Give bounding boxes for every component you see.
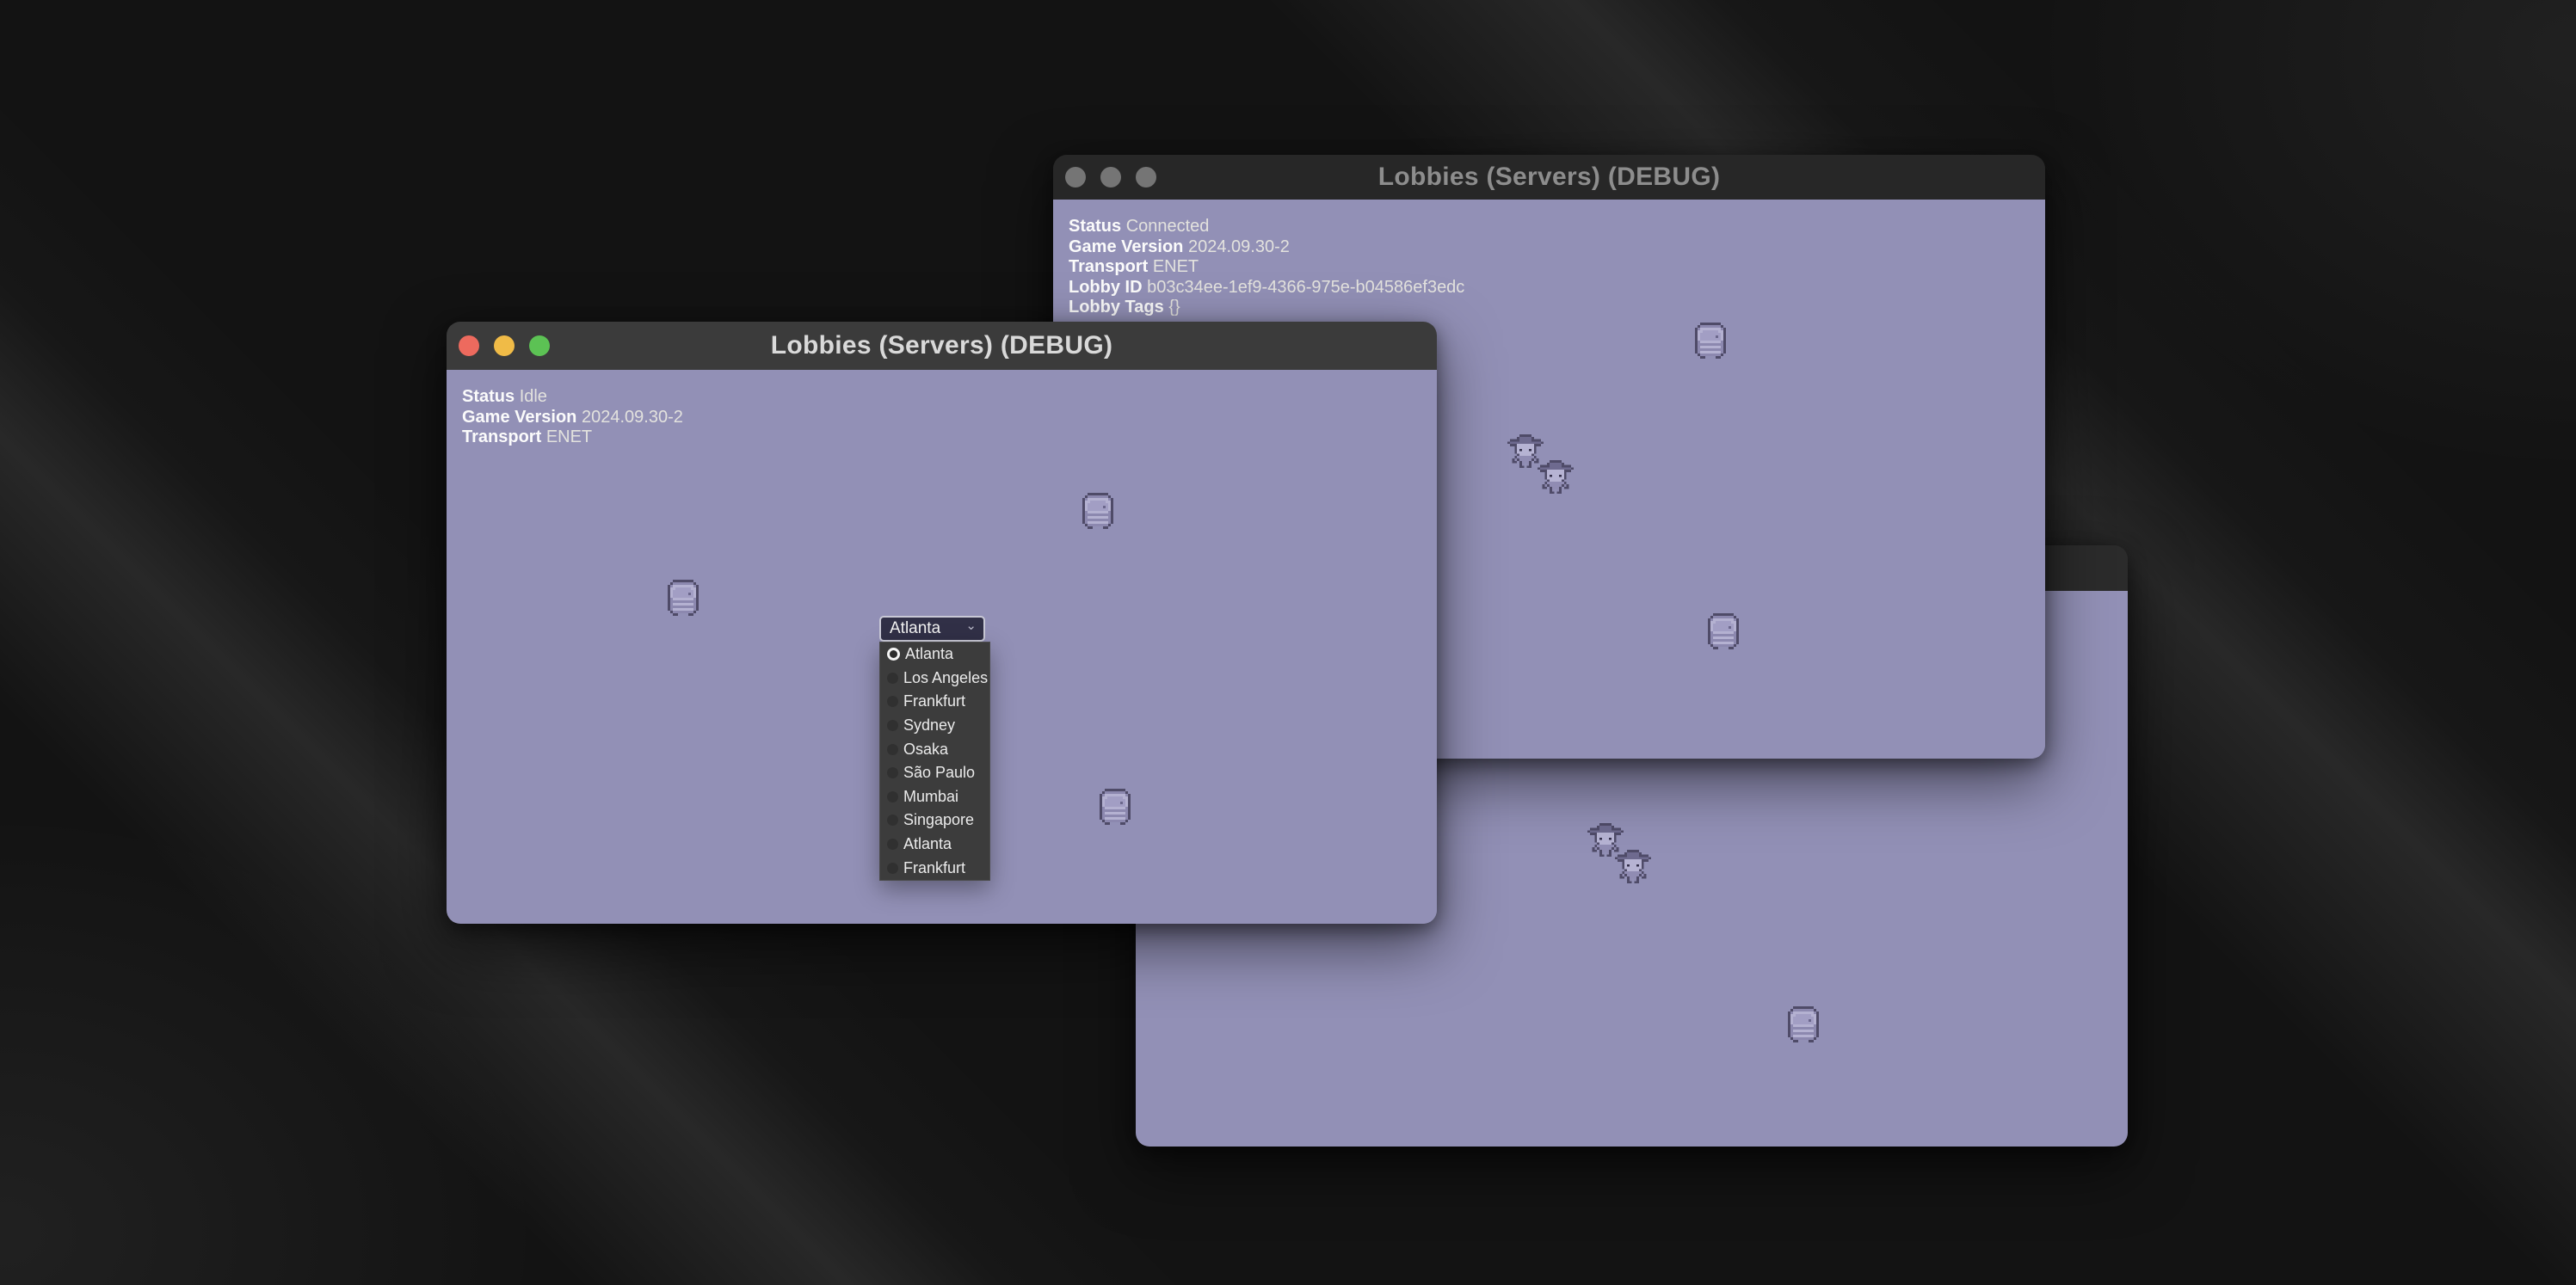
region-select[interactable]: Atlanta ⌄ xyxy=(879,616,985,642)
titlebar[interactable]: Lobbies (Servers) (DEBUG) xyxy=(447,322,1437,370)
status-label: Transport xyxy=(462,427,541,446)
dropdown-option[interactable]: Los Angeles xyxy=(880,667,989,691)
status-label: Status xyxy=(1069,217,1121,236)
status-label: Lobby Tags xyxy=(1069,298,1164,317)
server-sprite-icon xyxy=(1082,493,1113,529)
radio-icon xyxy=(887,720,898,731)
dropdown-option-label: Atlanta xyxy=(905,645,953,663)
radio-icon xyxy=(887,839,898,850)
window-title: Lobbies (Servers) (DEBUG) xyxy=(1378,163,1721,192)
radio-icon xyxy=(887,744,898,755)
dropdown-option[interactable]: Singapore xyxy=(880,809,989,833)
radio-icon xyxy=(887,791,898,802)
status-label: Game Version xyxy=(1069,237,1183,256)
zoom-button[interactable] xyxy=(529,335,550,356)
status-line: Status Connected xyxy=(1069,217,1464,237)
status-value: Connected xyxy=(1126,217,1210,236)
server-sprite-icon xyxy=(1100,789,1131,825)
dropdown-option-label: Sydney xyxy=(903,716,955,735)
server-sprite-icon xyxy=(1788,1006,1819,1042)
dropdown-option-label: Frankfurt xyxy=(903,692,965,710)
status-line: Transport ENET xyxy=(1069,257,1464,278)
chevron-down-icon: ⌄ xyxy=(965,622,977,630)
dropdown-option-label: Frankfurt xyxy=(903,859,965,877)
radio-icon xyxy=(887,815,898,826)
desktop: { "app": { "window_title": "Lobbies (Ser… xyxy=(0,0,2576,1285)
window-lobbies-front: Lobbies (Servers) (DEBUG) Status IdleGam… xyxy=(447,322,1437,924)
status-label: Transport xyxy=(1069,257,1148,276)
lobby-map-canvas: Status IdleGame Version 2024.09.30-2Tran… xyxy=(447,370,1437,924)
status-value: ENET xyxy=(546,427,592,446)
dropdown-option-label: Atlanta xyxy=(903,835,952,853)
status-line: Status Idle xyxy=(462,387,683,408)
window-title: Lobbies (Servers) (DEBUG) xyxy=(771,331,1113,360)
minimize-button[interactable] xyxy=(494,335,515,356)
status-value: 2024.09.30-2 xyxy=(582,408,683,427)
dropdown-option[interactable]: Osaka xyxy=(880,737,989,761)
close-button[interactable] xyxy=(1065,167,1086,188)
region-select-value: Atlanta xyxy=(890,619,965,638)
server-sprite-icon xyxy=(1708,613,1739,649)
status-line: Lobby ID b03c34ee-1ef9-4366-975e-b04586e… xyxy=(1069,278,1464,298)
radio-icon xyxy=(887,767,898,778)
radio-icon xyxy=(887,673,898,684)
status-value: {} xyxy=(1168,298,1180,317)
status-label: Lobby ID xyxy=(1069,278,1143,297)
dropdown-option[interactable]: Atlanta xyxy=(880,833,989,857)
dropdown-option[interactable]: Frankfurt xyxy=(880,856,989,880)
dropdown-option[interactable]: Sydney xyxy=(880,714,989,738)
radio-icon xyxy=(887,863,898,874)
zoom-button[interactable] xyxy=(1136,167,1156,188)
cowboy-sprite-icon xyxy=(1615,850,1651,883)
dropdown-option-label: Mumbai xyxy=(903,788,958,806)
dropdown-option-label: Los Angeles xyxy=(903,669,988,687)
radio-icon xyxy=(887,648,900,661)
dropdown-option[interactable]: Atlanta xyxy=(880,642,989,667)
status-line: Game Version 2024.09.30-2 xyxy=(462,408,683,428)
cowboy-sprite-icon xyxy=(1538,460,1574,494)
dropdown-option-label: São Paulo xyxy=(903,764,975,782)
status-value: ENET xyxy=(1153,257,1199,276)
dropdown-option-label: Osaka xyxy=(903,741,948,759)
status-value: b03c34ee-1ef9-4366-975e-b04586ef3edc xyxy=(1147,278,1464,297)
close-button[interactable] xyxy=(459,335,479,356)
status-line: Transport ENET xyxy=(462,427,683,448)
radio-icon xyxy=(887,696,898,707)
status-block: Status ConnectedGame Version 2024.09.30-… xyxy=(1069,217,1464,318)
traffic-lights xyxy=(1065,167,1156,188)
status-value: Idle xyxy=(520,387,547,406)
dropdown-option[interactable]: Mumbai xyxy=(880,785,989,809)
status-label: Game Version xyxy=(462,408,576,427)
status-line: Game Version 2024.09.30-2 xyxy=(1069,237,1464,258)
server-sprite-icon xyxy=(1695,323,1726,359)
status-block: Status IdleGame Version 2024.09.30-2Tran… xyxy=(462,387,683,448)
status-value: 2024.09.30-2 xyxy=(1188,237,1290,256)
status-label: Status xyxy=(462,387,515,406)
server-sprite-icon xyxy=(668,580,699,616)
region-dropdown-list: Atlanta Los Angeles Frankfurt Sydney Osaka Sã… xyxy=(879,642,990,881)
dropdown-option[interactable]: Frankfurt xyxy=(880,690,989,714)
dropdown-option[interactable]: São Paulo xyxy=(880,761,989,785)
titlebar[interactable]: Lobbies (Servers) (DEBUG) xyxy=(1053,155,2045,200)
dropdown-option-label: Singapore xyxy=(903,811,974,829)
minimize-button[interactable] xyxy=(1100,167,1121,188)
status-line: Lobby Tags {} xyxy=(1069,298,1464,318)
traffic-lights xyxy=(459,335,550,356)
